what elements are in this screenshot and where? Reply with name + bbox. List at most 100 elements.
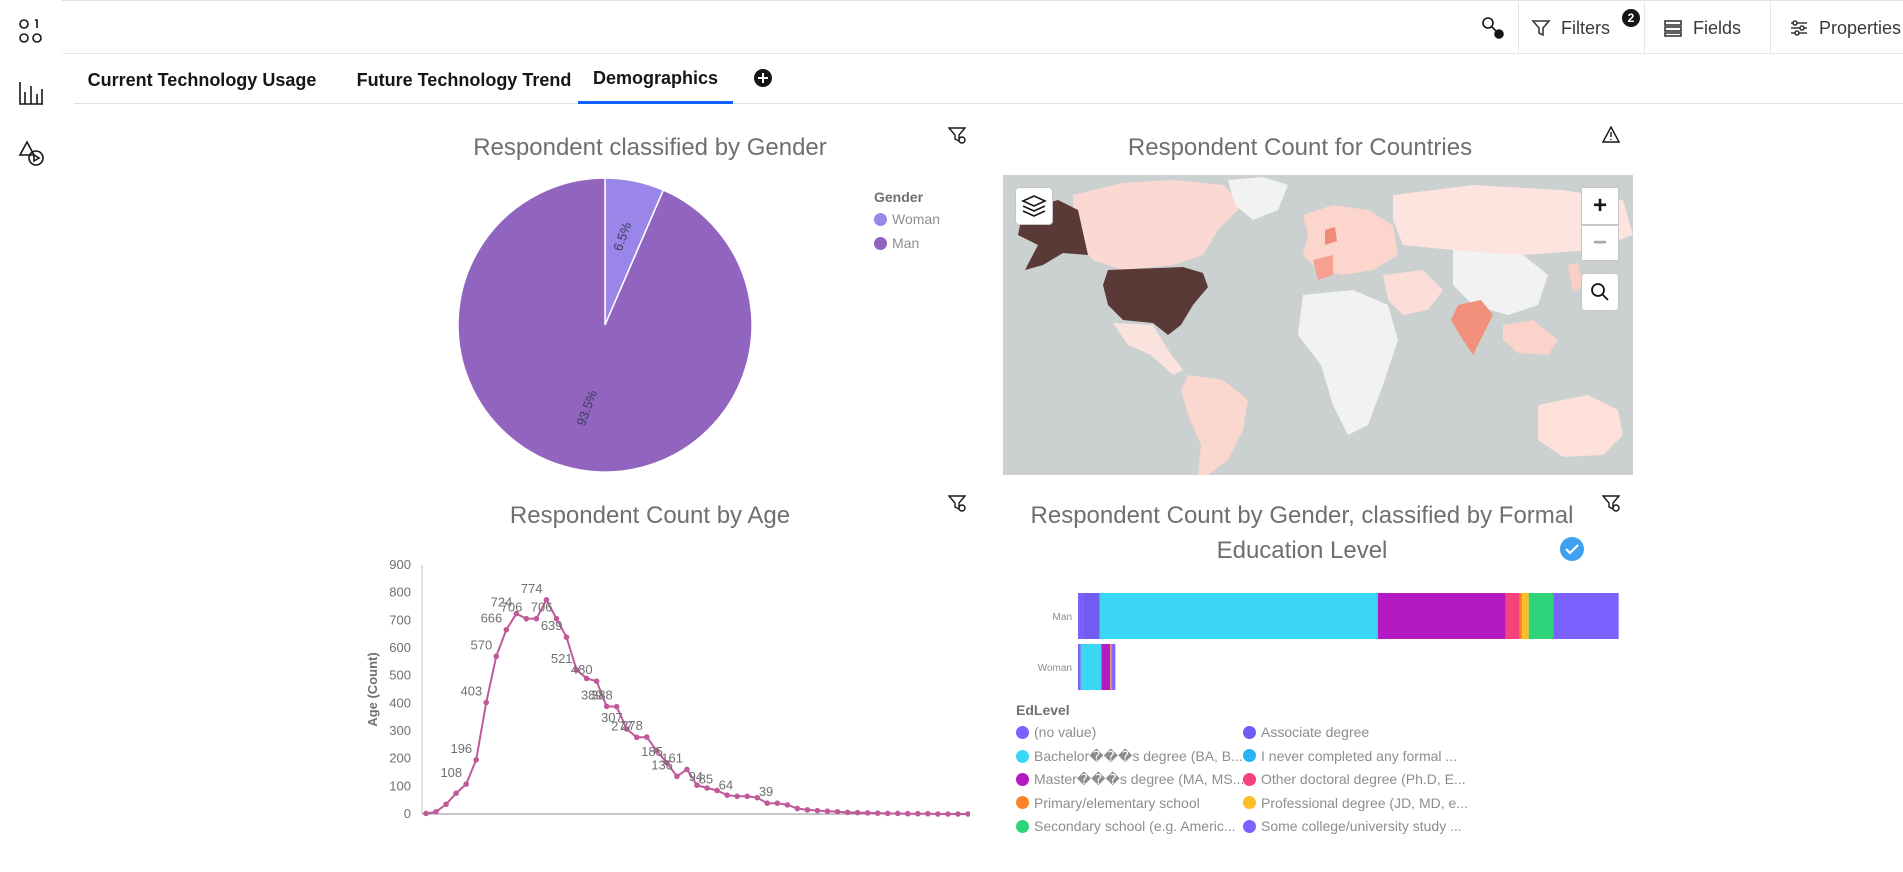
data-point[interactable] xyxy=(894,810,901,817)
bar-segment[interactable] xyxy=(1083,593,1100,639)
legend-item[interactable]: Associate degree xyxy=(1243,724,1369,740)
data-point[interactable] xyxy=(463,781,469,787)
properties-button[interactable]: Properties xyxy=(1770,2,1903,54)
data-point[interactable] xyxy=(473,756,479,763)
filter-icon[interactable] xyxy=(947,494,968,514)
data-point[interactable] xyxy=(834,808,841,815)
pie-slice-man[interactable] xyxy=(457,177,753,473)
data-point[interactable] xyxy=(523,615,530,622)
bar-segment[interactable] xyxy=(1079,644,1081,690)
data-point[interactable] xyxy=(593,678,600,684)
legend-item[interactable]: Primary/elementary school xyxy=(1016,795,1200,811)
bar-segment[interactable] xyxy=(1080,644,1102,690)
data-point[interactable] xyxy=(955,811,961,817)
data-point[interactable] xyxy=(904,810,911,817)
data-point[interactable] xyxy=(874,810,881,816)
tab-current-technology-usage[interactable]: Current Technology Usage xyxy=(74,56,330,104)
tab-demographics[interactable]: Demographics xyxy=(578,56,733,104)
legend-item-man[interactable]: Man xyxy=(874,235,919,251)
zoom-out-button[interactable]: − xyxy=(1581,225,1619,261)
data-point[interactable] xyxy=(915,810,921,817)
data-point[interactable] xyxy=(764,800,771,807)
checkmark-icon[interactable] xyxy=(1560,537,1584,561)
data-point[interactable] xyxy=(674,773,680,780)
legend-item[interactable]: Master���s degree (MA, MS... xyxy=(1016,771,1244,788)
visualizations-icon[interactable] xyxy=(14,76,48,110)
add-tab-icon[interactable] xyxy=(752,67,774,89)
legend-item[interactable]: (no value) xyxy=(1016,724,1096,740)
y-tick-label: 100 xyxy=(389,778,411,793)
data-point[interactable] xyxy=(935,811,941,817)
data-point[interactable] xyxy=(493,653,500,660)
data-point[interactable] xyxy=(533,615,540,622)
legend-label: Man xyxy=(892,235,920,251)
data-point[interactable] xyxy=(563,634,570,641)
data-point[interactable] xyxy=(814,807,821,814)
data-point[interactable] xyxy=(965,811,970,817)
data-point[interactable] xyxy=(945,811,951,817)
data-point[interactable] xyxy=(724,792,730,798)
warning-icon[interactable] xyxy=(1601,125,1622,146)
data-point[interactable] xyxy=(744,793,750,800)
bar-segment[interactable] xyxy=(1377,593,1506,639)
legend-swatch xyxy=(1016,749,1029,763)
dashboard-tabs: Current Technology Usage Future Technolo… xyxy=(74,56,1903,104)
filters-button[interactable]: Filters xyxy=(1518,2,1636,54)
legend-swatch xyxy=(1243,772,1256,786)
fields-button[interactable]: Fields xyxy=(1644,2,1762,54)
zoom-in-button[interactable]: + xyxy=(1581,187,1619,225)
assistant-icon[interactable] xyxy=(14,136,48,170)
data-point[interactable] xyxy=(503,626,510,633)
bar-segment[interactable] xyxy=(1110,644,1113,690)
bar-segment[interactable] xyxy=(1101,644,1111,690)
bar-segment[interactable] xyxy=(1112,644,1116,690)
data-point[interactable] xyxy=(423,810,429,817)
data-point[interactable] xyxy=(453,790,459,797)
data-source-icon[interactable] xyxy=(14,14,48,48)
data-point[interactable] xyxy=(844,809,851,816)
bar-segment[interactable] xyxy=(1078,593,1084,639)
data-point[interactable] xyxy=(644,734,650,740)
data-point[interactable] xyxy=(804,807,811,813)
bar-segment[interactable] xyxy=(1519,593,1523,639)
magic-wand-icon[interactable] xyxy=(1480,15,1506,41)
bar-segment[interactable] xyxy=(1528,593,1554,639)
bar-segment[interactable] xyxy=(1522,593,1529,639)
data-label: 196 xyxy=(450,741,472,756)
legend-item[interactable]: Some college/university study ... xyxy=(1243,818,1462,834)
data-point[interactable] xyxy=(483,699,490,706)
data-point[interactable] xyxy=(824,808,831,815)
gender-pie-chart: 6.5%93.5% xyxy=(457,177,753,473)
data-point[interactable] xyxy=(854,809,861,816)
legend-label: Some college/university study ... xyxy=(1261,818,1462,834)
country-map[interactable]: + − xyxy=(1003,175,1633,475)
data-point[interactable] xyxy=(603,703,610,710)
data-point[interactable] xyxy=(774,800,781,807)
data-point[interactable] xyxy=(633,734,640,741)
filter-icon[interactable] xyxy=(947,126,968,146)
data-point[interactable] xyxy=(864,810,871,816)
data-point[interactable] xyxy=(734,793,740,800)
bar-segment[interactable] xyxy=(1553,593,1619,639)
legend-item[interactable]: Professional degree (JD, MD, e... xyxy=(1243,795,1468,811)
legend-item[interactable]: Secondary school (e.g. Americ... xyxy=(1016,818,1236,834)
data-point[interactable] xyxy=(794,805,801,812)
bar-segment[interactable] xyxy=(1078,644,1080,690)
data-point[interactable] xyxy=(925,810,931,817)
bar-segment[interactable] xyxy=(1505,593,1520,639)
data-point[interactable] xyxy=(884,810,891,817)
filter-icon[interactable] xyxy=(1601,494,1622,514)
data-point[interactable] xyxy=(433,808,439,815)
tab-future-technology-trend[interactable]: Future Technology Trend xyxy=(344,56,584,104)
search-icon[interactable] xyxy=(1581,273,1619,311)
bar-segment[interactable] xyxy=(1099,593,1378,639)
legend-item[interactable]: I never completed any formal ... xyxy=(1243,748,1457,764)
legend-item[interactable]: Bachelor���s degree (BA, B... xyxy=(1016,748,1243,765)
legend-item-woman[interactable]: Woman xyxy=(874,211,940,227)
bar-segment[interactable] xyxy=(1110,644,1111,690)
data-point[interactable] xyxy=(784,802,791,808)
data-point[interactable] xyxy=(443,801,449,808)
data-point[interactable] xyxy=(613,703,620,710)
layers-icon[interactable] xyxy=(1015,187,1053,225)
legend-item[interactable]: Other doctoral degree (Ph.D, E... xyxy=(1243,771,1466,787)
